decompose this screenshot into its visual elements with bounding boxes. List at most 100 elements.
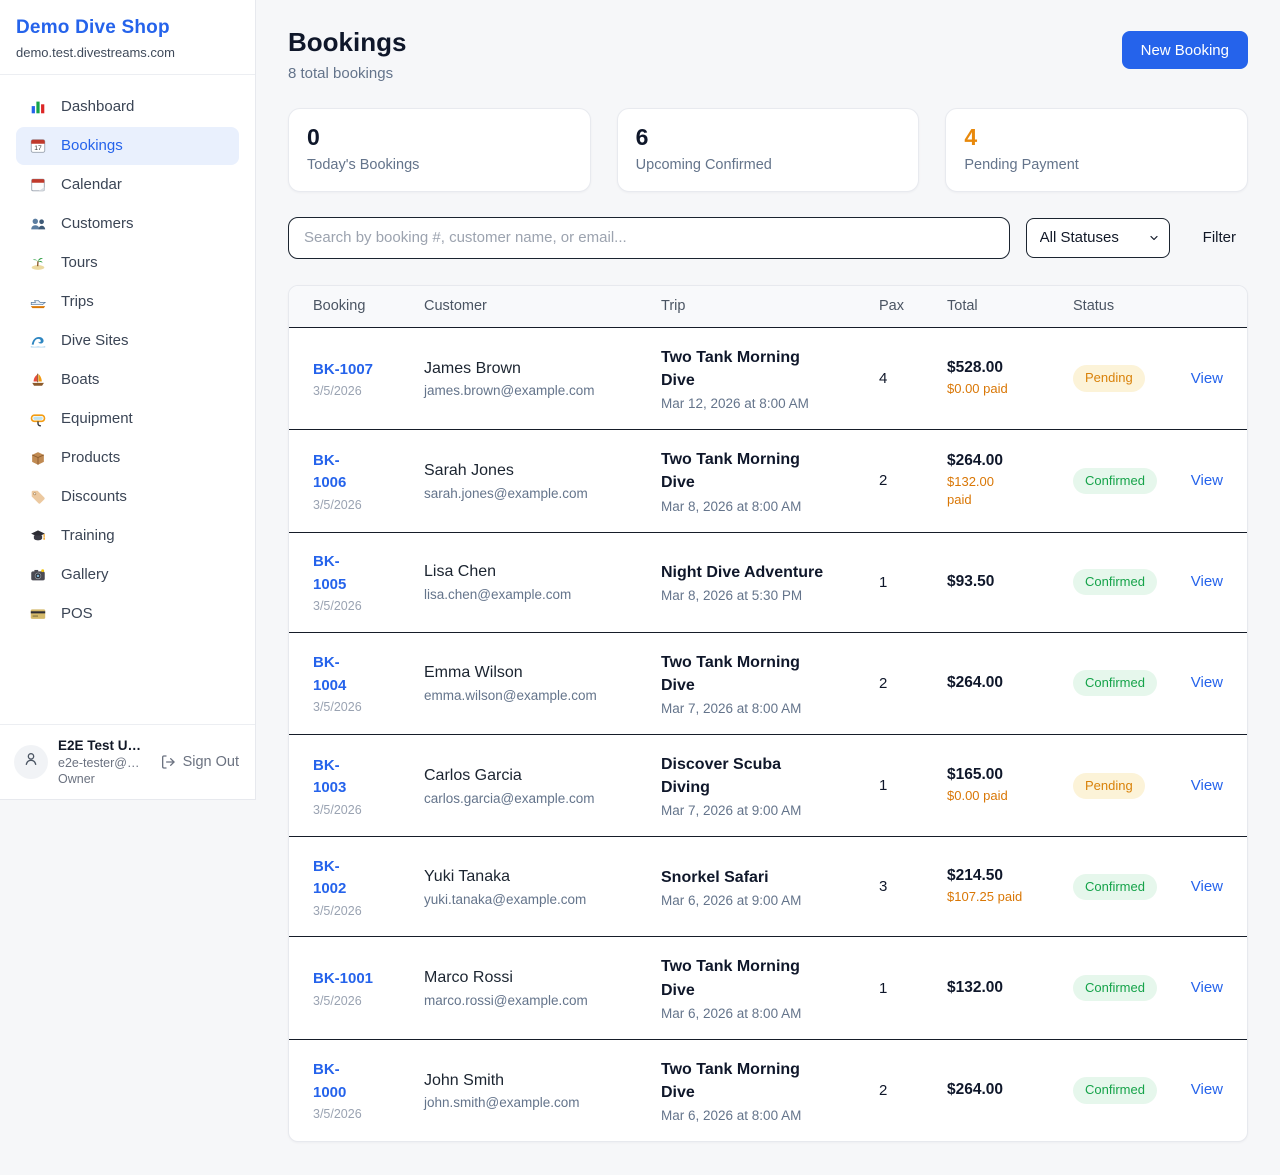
status-cell: Confirmed bbox=[1073, 874, 1190, 900]
grad-cap-icon bbox=[28, 527, 48, 545]
sidebar-item-products[interactable]: Products bbox=[16, 439, 239, 477]
sidebar-item-dashboard[interactable]: Dashboard bbox=[16, 88, 239, 126]
status-badge: Confirmed bbox=[1073, 468, 1157, 494]
speedboat-icon bbox=[28, 293, 48, 311]
view-link[interactable]: View bbox=[1191, 573, 1223, 590]
sidebar-item-tours[interactable]: Tours bbox=[16, 244, 239, 282]
trip-name: Two Tank Morning Dive bbox=[661, 448, 811, 494]
trip-cell: Snorkel Safari Mar 6, 2026 at 9:00 AM bbox=[661, 866, 879, 908]
sidebar-item-discounts[interactable]: Discounts bbox=[16, 478, 239, 516]
table-row: BK-1003 3/5/2026 Carlos Garcia carlos.ga… bbox=[289, 735, 1247, 837]
calendar-pad-icon bbox=[28, 176, 48, 194]
sidebar-item-gallery[interactable]: Gallery bbox=[16, 556, 239, 594]
shop-name: Demo Dive Shop bbox=[16, 17, 239, 39]
booking-id-link[interactable]: BK-1001 bbox=[313, 968, 424, 991]
view-link[interactable]: View bbox=[1191, 370, 1223, 387]
customer-name: Emma Wilson bbox=[424, 663, 661, 684]
total-amount: $132.00 bbox=[947, 979, 1073, 997]
pax-cell: 4 bbox=[879, 370, 947, 387]
table-row: BK-1007 3/5/2026 James Brown james.brown… bbox=[289, 328, 1247, 430]
customer-cell: Carlos Garcia carlos.garcia@example.com bbox=[424, 766, 661, 806]
trip-cell: Discover Scuba Diving Mar 7, 2026 at 9:0… bbox=[661, 753, 879, 818]
table-row: BK-1004 3/5/2026 Emma Wilson emma.wilson… bbox=[289, 633, 1247, 735]
booking-cell: BK-1001 3/5/2026 bbox=[313, 968, 424, 1008]
trip-datetime: Mar 12, 2026 at 8:00 AM bbox=[661, 396, 879, 411]
actions-cell: View bbox=[1190, 370, 1223, 388]
pax-cell: 3 bbox=[879, 878, 947, 895]
sign-out-label: Sign Out bbox=[183, 754, 239, 770]
sidebar-item-label: Boats bbox=[61, 371, 99, 389]
trip-datetime: Mar 8, 2026 at 8:00 AM bbox=[661, 499, 879, 514]
trip-cell: Two Tank Morning Dive Mar 8, 2026 at 8:0… bbox=[661, 448, 879, 513]
booking-id-link[interactable]: BK-1000 bbox=[313, 1059, 357, 1104]
sidebar-footer: E2E Test U… e2e-tester@… Owner Sign Out bbox=[0, 724, 255, 799]
total-amount: $214.50 bbox=[947, 867, 1073, 885]
trip-name: Snorkel Safari bbox=[661, 866, 879, 889]
booking-id-link[interactable]: BK-1004 bbox=[313, 652, 357, 697]
credit-card-icon bbox=[28, 605, 48, 623]
total-cell: $132.00 bbox=[947, 979, 1073, 997]
bookings-count: 8 total bookings bbox=[288, 65, 406, 82]
brand-block: Demo Dive Shop demo.test.divestreams.com bbox=[0, 0, 255, 75]
trip-name: Discover Scuba Diving bbox=[661, 753, 811, 799]
bar-chart-icon bbox=[28, 98, 48, 116]
new-booking-button[interactable]: New Booking bbox=[1122, 31, 1248, 69]
trip-name: Two Tank Morning Dive bbox=[661, 346, 811, 392]
booking-id-link[interactable]: BK-1002 bbox=[313, 856, 357, 901]
sidebar-item-dive-sites[interactable]: Dive Sites bbox=[16, 322, 239, 360]
view-link[interactable]: View bbox=[1191, 674, 1223, 691]
status-select[interactable]: All Statuses bbox=[1026, 218, 1170, 258]
sidebar-item-training[interactable]: Training bbox=[16, 517, 239, 555]
trip-name: Two Tank Morning Dive bbox=[661, 955, 811, 1001]
camera-icon bbox=[28, 566, 48, 584]
user-icon bbox=[23, 751, 39, 772]
view-link[interactable]: View bbox=[1191, 777, 1223, 794]
stat-value: 0 bbox=[307, 124, 572, 152]
table-body: BK-1007 3/5/2026 James Brown james.brown… bbox=[289, 328, 1247, 1141]
status-cell: Confirmed bbox=[1073, 975, 1190, 1001]
booking-date: 3/5/2026 bbox=[313, 803, 424, 817]
customer-cell: John Smith john.smith@example.com bbox=[424, 1071, 661, 1111]
customer-email: john.smith@example.com bbox=[424, 1095, 661, 1110]
sidebar-item-boats[interactable]: Boats bbox=[16, 361, 239, 399]
total-amount: $264.00 bbox=[947, 452, 1073, 470]
sidebar-item-customers[interactable]: Customers bbox=[16, 205, 239, 243]
page-header: Bookings 8 total bookings New Booking bbox=[288, 28, 1248, 82]
booking-id-link[interactable]: BK-1007 bbox=[313, 359, 424, 382]
status-cell: Confirmed bbox=[1073, 468, 1190, 494]
sidebar-item-calendar[interactable]: Calendar bbox=[16, 166, 239, 204]
customer-name: Yuki Tanaka bbox=[424, 867, 661, 888]
booking-id-link[interactable]: BK-1005 bbox=[313, 551, 357, 596]
booking-id-link[interactable]: BK-1006 bbox=[313, 450, 357, 495]
table-row: BK-1006 3/5/2026 Sarah Jones sarah.jones… bbox=[289, 430, 1247, 532]
stats-row: 0 Today's Bookings 6 Upcoming Confirmed … bbox=[288, 108, 1248, 192]
sidebar-item-equipment[interactable]: Equipment bbox=[16, 400, 239, 438]
sidebar-item-trips[interactable]: Trips bbox=[16, 283, 239, 321]
sidebar-item-bookings[interactable]: 17 Bookings bbox=[16, 127, 239, 165]
total-cell: $264.00 bbox=[947, 1081, 1073, 1099]
total-cell: $528.00 $0.00 paid bbox=[947, 359, 1073, 398]
filter-button[interactable]: Filter bbox=[1199, 229, 1240, 246]
actions-cell: View bbox=[1190, 674, 1223, 692]
total-amount: $264.00 bbox=[947, 674, 1073, 692]
status-badge: Pending bbox=[1073, 365, 1145, 391]
pax-cell: 2 bbox=[879, 1082, 947, 1099]
sidebar-item-label: Gallery bbox=[61, 566, 109, 584]
customer-email: emma.wilson@example.com bbox=[424, 688, 661, 703]
table-row: BK-1000 3/5/2026 John Smith john.smith@e… bbox=[289, 1040, 1247, 1141]
customer-email: yuki.tanaka@example.com bbox=[424, 892, 661, 907]
view-link[interactable]: View bbox=[1191, 1081, 1223, 1098]
trip-name: Two Tank Morning Dive bbox=[661, 1058, 811, 1104]
view-link[interactable]: View bbox=[1191, 979, 1223, 996]
table-header-row: Booking Customer Trip Pax Total Status bbox=[289, 286, 1247, 328]
sidebar-item-pos[interactable]: POS bbox=[16, 595, 239, 633]
customer-name: James Brown bbox=[424, 359, 661, 380]
view-link[interactable]: View bbox=[1191, 472, 1223, 489]
sign-out-button[interactable]: Sign Out bbox=[158, 754, 241, 770]
view-link[interactable]: View bbox=[1191, 878, 1223, 895]
trip-name: Night Dive Adventure bbox=[661, 561, 879, 584]
search-input[interactable] bbox=[288, 217, 1010, 259]
booking-id-link[interactable]: BK-1003 bbox=[313, 755, 357, 800]
stat-label: Pending Payment bbox=[964, 157, 1229, 173]
booking-cell: BK-1004 3/5/2026 bbox=[313, 652, 424, 714]
